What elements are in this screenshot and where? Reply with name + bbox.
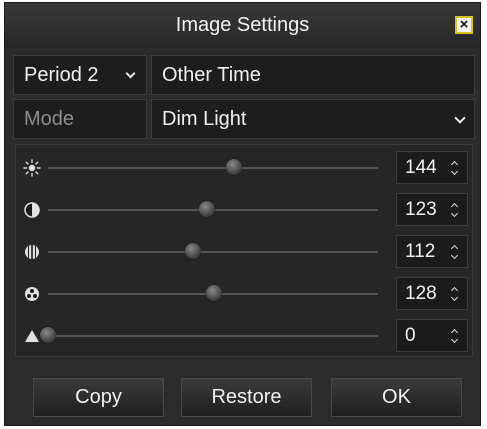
sharpness-spinbox[interactable]: 0 [396,319,468,352]
period-time-field: Other Time [151,55,475,95]
mode-select-value: Dim Light [162,107,247,130]
ok-button-label: OK [382,386,411,408]
saturation-slider-track[interactable] [48,243,378,259]
mode-label: Mode [24,107,75,130]
restore-button[interactable]: Restore [181,378,312,417]
image-adjustment-panel: 144 123 112 128 0 [15,144,473,357]
hue-row: 128 [16,275,472,312]
brightness-slider-track[interactable] [48,159,378,175]
contrast-value: 123 [405,198,437,220]
copy-button[interactable]: Copy [33,378,164,417]
dialog-title: Image Settings [175,14,310,36]
chevron-down-icon [125,68,136,79]
sharpness-slider-thumb[interactable] [40,327,56,343]
saturation-spinbox[interactable]: 112 [396,235,468,268]
contrast-spinbox[interactable]: 123 [396,193,468,226]
hue-value: 128 [405,282,437,304]
spin-arrows-icon[interactable] [451,161,459,175]
period-time-value: Other Time [162,63,261,86]
brightness-spinbox[interactable]: 144 [396,151,468,184]
sharpness-value: 0 [405,324,416,346]
contrast-row: 123 [16,191,472,228]
saturation-icon [22,242,42,262]
spin-arrows-icon[interactable] [451,203,459,217]
period-select-label: Period 2 [24,63,99,86]
spin-arrows-icon[interactable] [451,329,459,343]
hue-slider-thumb[interactable] [205,285,222,301]
saturation-row: 112 [16,233,472,270]
close-button[interactable]: × [455,16,473,34]
hue-spinbox[interactable]: 128 [396,277,468,310]
mode-label-box: Mode [13,99,147,139]
chevron-down-icon [454,112,466,124]
brightness-icon [22,158,42,178]
restore-button-label: Restore [211,386,282,408]
image-settings-dialog: Image Settings × Period 2 Other Time Mod… [4,2,481,426]
saturation-value: 112 [405,240,436,262]
sharpness-slider-track[interactable] [40,327,378,343]
period-select[interactable]: Period 2 [13,55,147,95]
saturation-slider-thumb[interactable] [184,243,201,259]
brightness-slider-thumb[interactable] [226,159,243,175]
hue-slider-track[interactable] [48,285,378,301]
sharpness-icon [22,326,42,346]
brightness-row: 144 [16,149,472,186]
title-bar: Image Settings × [5,3,480,48]
contrast-slider-track[interactable] [48,201,378,217]
hue-icon [22,284,42,304]
sharpness-row: 0 [16,317,472,354]
close-icon: × [459,16,469,33]
contrast-icon [22,200,42,220]
ok-button[interactable]: OK [331,378,462,417]
spin-arrows-icon[interactable] [451,245,459,259]
contrast-slider-thumb[interactable] [199,201,216,217]
brightness-value: 144 [405,156,437,178]
copy-button-label: Copy [75,386,122,408]
spin-arrows-icon[interactable] [451,287,459,301]
mode-select[interactable]: Dim Light [151,99,475,139]
